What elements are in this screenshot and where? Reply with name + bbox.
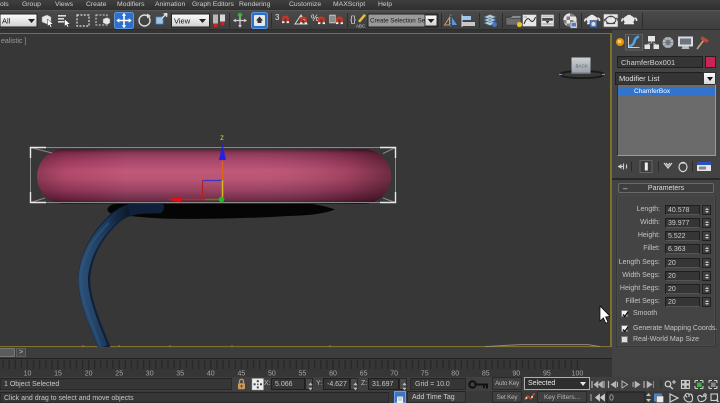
svg-text:ABC: ABC xyxy=(356,24,366,29)
svg-text:{}: {} xyxy=(350,14,356,24)
svg-text:z: z xyxy=(220,133,224,142)
svg-text:3: 3 xyxy=(275,13,280,22)
svg-text:Create Selection Se: Create Selection Se xyxy=(370,18,426,25)
svg-text:View: View xyxy=(174,17,191,26)
svg-text:%: % xyxy=(311,13,319,23)
svg-text:All: All xyxy=(2,17,11,26)
svg-text:BACK: BACK xyxy=(576,64,589,69)
